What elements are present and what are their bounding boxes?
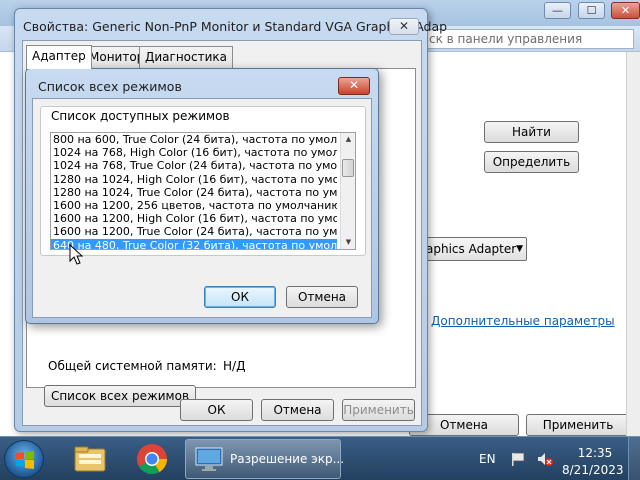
list-all-modes-button[interactable]: Список всех режимов <box>44 385 196 407</box>
cancel-button[interactable]: Отмена <box>286 286 358 308</box>
list-item[interactable]: 1024 на 768, True Color (24 бита), часто… <box>51 159 337 172</box>
find-button[interactable]: Найти <box>484 121 579 143</box>
minimize-button[interactable]: — <box>544 2 571 19</box>
explorer-icon[interactable] <box>70 441 110 477</box>
dialog-body: Список доступных режимов 800 на 600, Tru… <box>32 98 372 318</box>
scroll-up-arrow-icon[interactable]: ▲ <box>341 133 355 146</box>
list-item[interactable]: 1280 на 1024, High Color (16 бит), часто… <box>51 173 337 186</box>
modes-group-label: Список доступных режимов <box>51 109 230 123</box>
list-item[interactable]: 1280 на 1024, True Color (24 бита), част… <box>51 186 337 199</box>
ok-button[interactable]: ОК <box>180 399 253 421</box>
chevron-down-icon: ▼ <box>516 244 523 254</box>
list-item[interactable]: 1024 на 768, High Color (16 бит), частот… <box>51 146 337 159</box>
taskbar: Разрешение экр... EN 12:35 8/21/2023 <box>0 436 640 480</box>
list-item-selected[interactable]: 640 на 480, True Color (32 бита), частот… <box>51 238 337 249</box>
tab-diagnostics[interactable]: Диагностика <box>139 46 234 68</box>
chrome-icon[interactable] <box>132 441 172 477</box>
clock-date[interactable]: 8/21/2023 <box>562 463 624 477</box>
system-memory-label: Общей системной памяти: <box>48 359 217 373</box>
dialog-title: Свойства: Generic Non-PnP Monitor и Stan… <box>23 19 448 34</box>
ok-button[interactable]: ОК <box>204 286 276 308</box>
taskbar-task-screen-resolution[interactable]: Разрешение экр... <box>185 439 345 479</box>
vertical-scrollbar[interactable] <box>626 52 640 436</box>
display-select[interactable]: aphics Adapter ▼ <box>422 237 527 261</box>
display-select-value: aphics Adapter <box>426 242 517 256</box>
apply-button[interactable]: Применить <box>342 399 415 421</box>
apply-button[interactable]: Применить <box>526 414 630 436</box>
scrollbar-thumb[interactable] <box>342 159 354 177</box>
taskbar-task-label: Разрешение экр... <box>230 452 345 466</box>
list-item[interactable]: 1600 на 1200, True Color (24 бита), част… <box>51 225 337 238</box>
close-button[interactable]: ✕ <box>338 77 370 95</box>
windows-start-icon <box>16 451 34 469</box>
vertical-scrollbar[interactable]: ▲ ▼ <box>340 133 355 249</box>
show-desktop-button[interactable] <box>628 437 640 480</box>
list-item[interactable]: 1600 на 1200, 256 цветов, частота по умо… <box>51 199 337 212</box>
start-button[interactable] <box>4 440 44 478</box>
tab-adapter[interactable]: Адаптер <box>26 45 92 69</box>
mouse-cursor-icon <box>69 244 84 265</box>
list-all-modes-dialog: Список всех режимов ✕ Список доступных р… <box>25 68 379 324</box>
modes-listbox[interactable]: 800 на 600, True Color (24 бита), частот… <box>50 132 356 250</box>
advanced-settings-link[interactable]: Дополнительные параметры <box>431 314 615 328</box>
list-item[interactable]: 800 на 600, True Color (24 бита), частот… <box>51 133 337 146</box>
close-button[interactable]: ✕ <box>611 2 640 19</box>
action-center-flag-icon[interactable] <box>510 451 528 467</box>
cancel-button[interactable]: Отмена <box>261 399 334 421</box>
scroll-down-arrow-icon[interactable]: ▼ <box>341 236 355 249</box>
language-indicator[interactable]: EN <box>479 452 496 466</box>
volume-muted-icon[interactable] <box>536 451 554 467</box>
clock-time[interactable]: 12:35 <box>575 446 615 460</box>
detect-button[interactable]: Определить <box>484 151 579 173</box>
dialog-title: Список всех режимов <box>38 79 182 94</box>
display-settings-icon <box>195 447 223 471</box>
close-button[interactable]: ✕ <box>389 18 419 35</box>
search-input[interactable]: ск в панели управления <box>422 29 634 49</box>
maximize-button[interactable]: ☐ <box>578 2 605 19</box>
list-item[interactable]: 1600 на 1200, High Color (16 бит), часто… <box>51 212 337 225</box>
system-memory-value: Н/Д <box>223 359 246 373</box>
